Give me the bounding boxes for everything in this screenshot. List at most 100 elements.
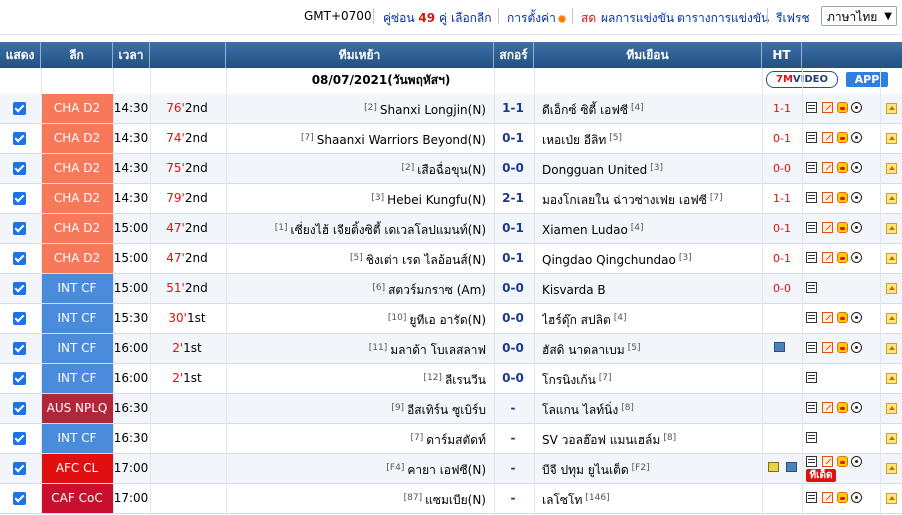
hidden-pairs[interactable]: คู่ซ่อน 49 คู่: [383, 9, 447, 28]
show-checkbox[interactable]: [13, 432, 26, 445]
favorite-icon[interactable]: [886, 223, 897, 234]
face-icon[interactable]: [837, 492, 848, 503]
face-icon[interactable]: [837, 456, 848, 467]
match-row[interactable]: AUS NPLQ 16:30 [9] อีสเทิร์น ซูเบิร์บ - โลแกน…: [0, 394, 902, 424]
league-badge[interactable]: CHA D2: [41, 184, 113, 213]
league-badge[interactable]: INT CF: [41, 274, 113, 303]
home-team[interactable]: [5] ชิงเต่า เรด ไลอ้อนส์(N): [226, 244, 486, 273]
note-icon[interactable]: [806, 402, 817, 413]
face-icon[interactable]: [837, 402, 848, 413]
score[interactable]: 0-1: [494, 124, 532, 153]
note-icon[interactable]: [806, 162, 817, 173]
note-icon[interactable]: [806, 102, 817, 113]
home-team[interactable]: [87] แซมเบีย(N): [226, 484, 486, 513]
favorite-icon[interactable]: [886, 193, 897, 204]
face-icon[interactable]: [837, 252, 848, 263]
home-team[interactable]: [7] ดาร์มสตัดท์: [226, 424, 486, 453]
app-button[interactable]: APP: [846, 72, 888, 87]
note-icon[interactable]: [806, 432, 817, 443]
away-team[interactable]: เหอเป่ย อีลิท [5]: [542, 124, 762, 153]
show-checkbox[interactable]: [13, 102, 26, 115]
home-team[interactable]: [7] Shaanxi Warriors Beyond(N): [226, 124, 486, 153]
ball-icon[interactable]: [851, 222, 862, 233]
favorite-icon[interactable]: [886, 403, 897, 414]
show-checkbox[interactable]: [13, 402, 26, 415]
ball-icon[interactable]: [851, 342, 862, 353]
league-badge[interactable]: INT CF: [41, 364, 113, 393]
tv-icon[interactable]: [774, 342, 785, 352]
note-icon[interactable]: [806, 132, 817, 143]
score[interactable]: 0-0: [494, 364, 532, 393]
score[interactable]: -: [494, 454, 532, 483]
away-team[interactable]: โกรนิงเก้น [7]: [542, 364, 762, 393]
league-badge[interactable]: INT CF: [41, 334, 113, 363]
edit-icon[interactable]: [822, 402, 833, 413]
score[interactable]: 2-1: [494, 184, 532, 213]
note-icon[interactable]: [806, 342, 817, 353]
league-badge[interactable]: CHA D2: [41, 154, 113, 183]
note-icon[interactable]: [806, 252, 817, 263]
face-icon[interactable]: [837, 312, 848, 323]
home-team[interactable]: [11] มลาด้า โบเลสลาฟ: [226, 334, 486, 363]
favorite-icon[interactable]: [886, 283, 897, 294]
match-row[interactable]: INT CF 15:30 30'1st [10] ยูทีเอ อารัด(N) 0-0 ไ…: [0, 304, 902, 334]
league-badge[interactable]: INT CF: [41, 424, 113, 453]
favorite-icon[interactable]: [886, 103, 897, 114]
note-icon[interactable]: [806, 312, 817, 323]
note-icon[interactable]: [806, 192, 817, 203]
away-team[interactable]: SV วอลฮ๊อฟ แมนเฮล์ม [8]: [542, 424, 762, 453]
away-team[interactable]: ดีเอ็กซ์ ซิตี้ เอฟซี [4]: [542, 94, 762, 123]
league-badge[interactable]: CHA D2: [41, 124, 113, 153]
away-team[interactable]: โลแกน ไลท์นิ่ง [8]: [542, 394, 762, 423]
edit-icon[interactable]: [822, 456, 833, 467]
ball-icon[interactable]: [851, 252, 862, 263]
ball-icon[interactable]: [851, 102, 862, 113]
show-checkbox[interactable]: [13, 222, 26, 235]
show-checkbox[interactable]: [13, 192, 26, 205]
match-row[interactable]: INT CF 16:00 2'1st [12] ลีเรนวีน 0-0 โกรนิงเก้…: [0, 364, 902, 394]
home-team[interactable]: [F4] คายา เอฟซี(N): [226, 454, 486, 483]
results-link[interactable]: ผลการแข่งขัน: [601, 9, 674, 28]
show-checkbox[interactable]: [13, 132, 26, 145]
show-checkbox[interactable]: [13, 252, 26, 265]
show-checkbox[interactable]: [13, 492, 26, 505]
face-icon[interactable]: [837, 102, 848, 113]
favorite-icon[interactable]: [886, 493, 897, 504]
home-team[interactable]: [2] เสือฉื่อขุน(N): [226, 154, 486, 183]
score[interactable]: -: [494, 484, 532, 513]
league-badge[interactable]: CHA D2: [41, 94, 113, 123]
show-checkbox[interactable]: [13, 462, 26, 475]
ball-icon[interactable]: [851, 402, 862, 413]
away-team[interactable]: เลโซโท [146]: [542, 484, 762, 513]
league-badge[interactable]: AUS NPLQ: [41, 394, 113, 423]
league-badge[interactable]: CAF CoC: [41, 484, 113, 513]
away-team[interactable]: Kisvarda B: [542, 274, 762, 303]
edit-icon[interactable]: [822, 162, 833, 173]
favorite-icon[interactable]: [886, 313, 897, 324]
tv-icon[interactable]: [768, 462, 779, 472]
away-team[interactable]: Xiamen Ludao [4]: [542, 214, 762, 243]
edit-icon[interactable]: [822, 132, 833, 143]
favorite-icon[interactable]: [886, 433, 897, 444]
away-team[interactable]: ฮัสดิ นาดลาเบม [5]: [542, 334, 762, 363]
edit-icon[interactable]: [822, 342, 833, 353]
match-row[interactable]: CHA D2 15:00 47'2nd [5] ชิงเต่า เรด ไลอ้อนส์…: [0, 244, 902, 274]
ball-icon[interactable]: [851, 192, 862, 203]
show-checkbox[interactable]: [13, 162, 26, 175]
ball-icon[interactable]: [851, 162, 862, 173]
note-icon[interactable]: [806, 492, 817, 503]
note-icon[interactable]: [806, 222, 817, 233]
league-badge[interactable]: INT CF: [41, 304, 113, 333]
edit-icon[interactable]: [822, 492, 833, 503]
ball-icon[interactable]: [851, 492, 862, 503]
settings-link[interactable]: การตั้งค่า: [507, 9, 566, 28]
away-team[interactable]: บีจี ปทุม ยูไนเต็ด [F2]: [542, 454, 762, 483]
home-team[interactable]: [6] สตวร์มกราซ (Am): [226, 274, 486, 303]
favorite-icon[interactable]: [886, 343, 897, 354]
face-icon[interactable]: [837, 162, 848, 173]
face-icon[interactable]: [837, 132, 848, 143]
home-team[interactable]: [9] อีสเทิร์น ซูเบิร์บ: [226, 394, 486, 423]
away-team[interactable]: Qingdao Qingchundao [3]: [542, 244, 762, 273]
tip-badge[interactable]: ทีเด็ด: [806, 469, 836, 482]
score[interactable]: 0-0: [494, 304, 532, 333]
